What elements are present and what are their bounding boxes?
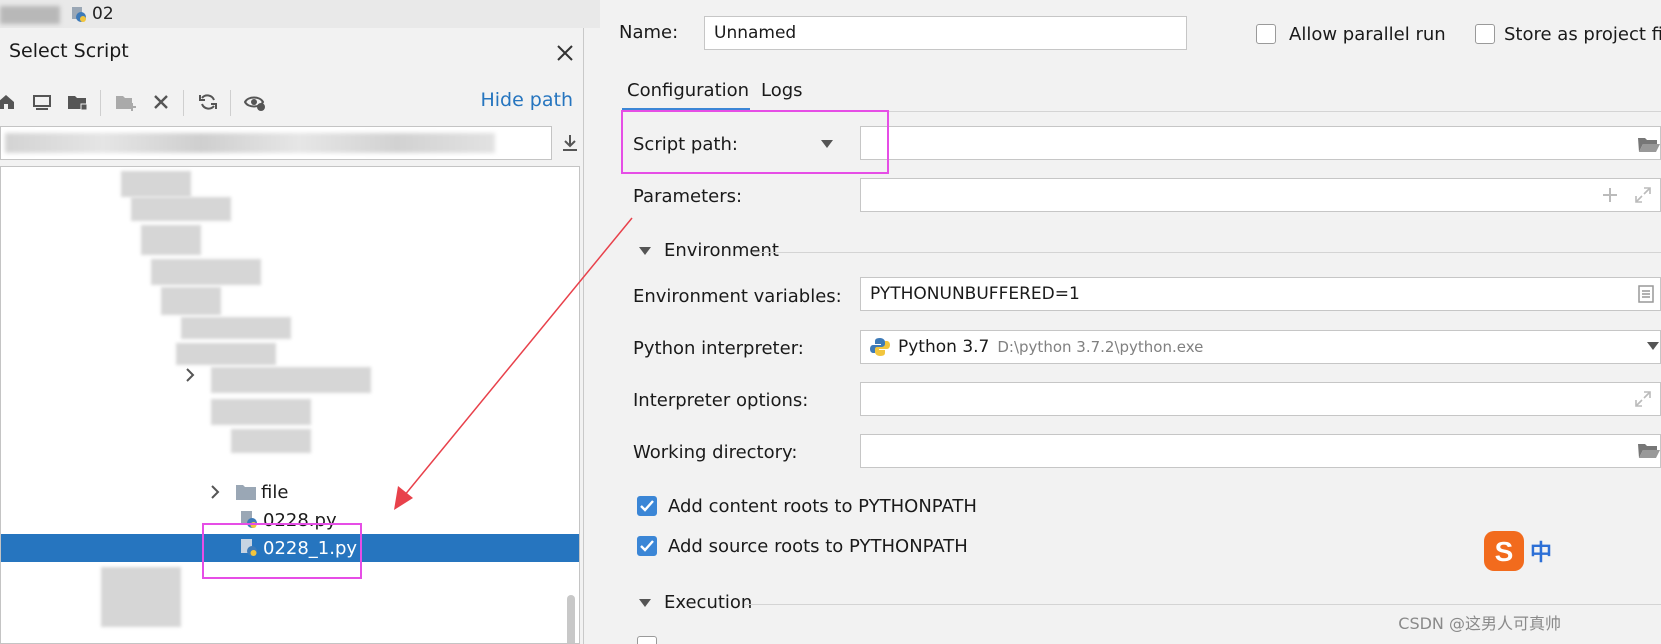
ime-label: 中 [1530, 541, 1553, 566]
svg-text:S: S [1495, 536, 1514, 567]
annotation-arrow [394, 217, 633, 510]
sogou-logo-icon: S [1484, 531, 1524, 571]
ime-indicator[interactable]: S 中 [1482, 529, 1552, 573]
watermark: CSDN @这男人可真帅 [1398, 614, 1561, 633]
